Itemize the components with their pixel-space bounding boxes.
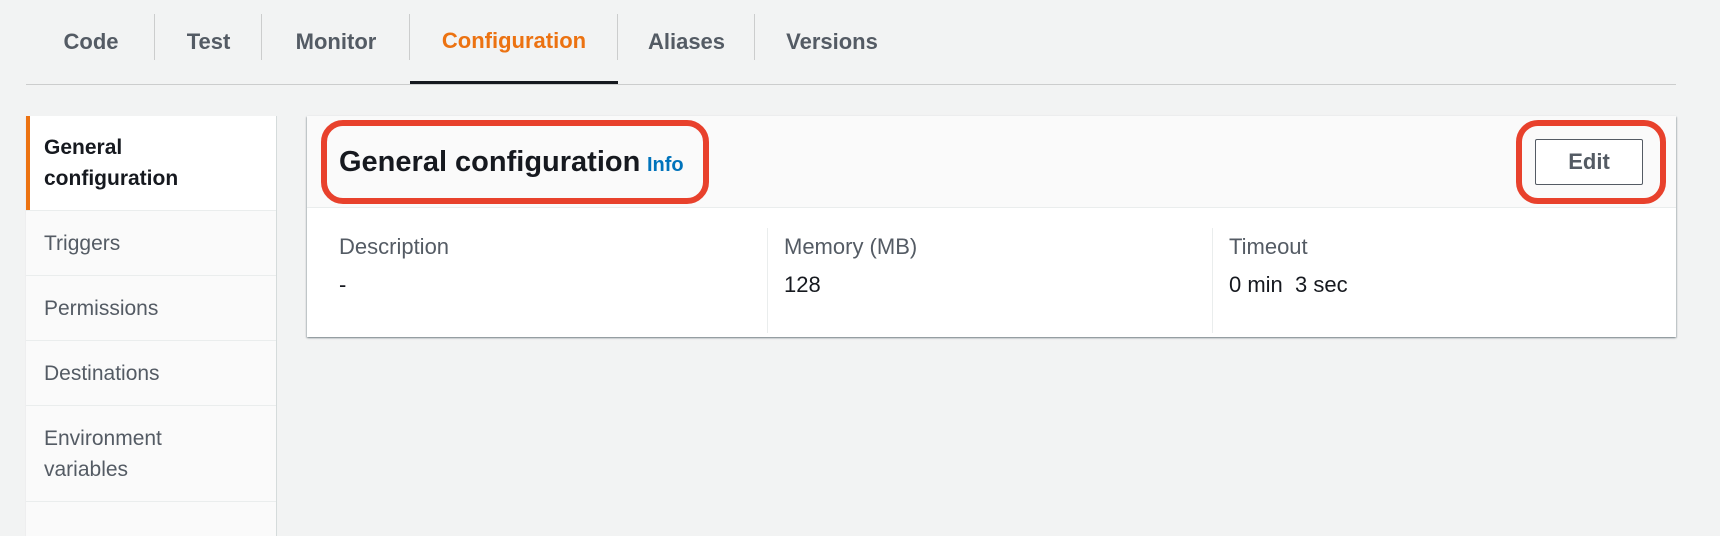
sidebar-item-label: General configuration bbox=[44, 132, 178, 194]
sidebar-item-label: Environment variables bbox=[44, 423, 162, 485]
sidebar-item-label: Triggers bbox=[44, 231, 121, 255]
timeout-field: Timeout 0 min 3 sec bbox=[1212, 228, 1657, 333]
panel-header: General configuration Info Edit bbox=[307, 116, 1676, 208]
tab-code-label: Code bbox=[63, 29, 119, 54]
description-label: Description bbox=[339, 234, 450, 259]
sidebar-item-triggers[interactable]: Triggers bbox=[26, 211, 276, 276]
memory-label: Memory (MB) bbox=[784, 234, 918, 259]
tab-configuration-label: Configuration bbox=[441, 27, 587, 53]
timeout-label: Timeout bbox=[1229, 234, 1308, 259]
sidebar-item-label-line: Environment bbox=[44, 426, 162, 450]
side-navigation: General configuration Triggers Permissio… bbox=[26, 116, 276, 536]
tab-configuration[interactable]: Configuration bbox=[410, 0, 618, 84]
tab-monitor[interactable]: Monitor bbox=[262, 0, 410, 84]
memory-value: 128 bbox=[784, 272, 821, 297]
sidebar-item-label-line: General bbox=[44, 136, 123, 159]
tab-bar: Code Test Monitor Configuration Aliases … bbox=[26, 0, 1676, 85]
description-field: Description - bbox=[339, 228, 769, 333]
sidebar-item-destinations[interactable]: Destinations bbox=[26, 341, 276, 406]
sidebar-item-label: Permissions bbox=[44, 296, 159, 320]
sidebar-item-environment-variables[interactable]: Environment variables bbox=[26, 406, 276, 502]
memory-field: Memory (MB) 128 bbox=[767, 228, 1212, 333]
sidebar-item-label-line: variables bbox=[44, 457, 129, 481]
tab-test[interactable]: Test bbox=[155, 0, 262, 84]
timeout-value: 0 min 3 sec bbox=[1229, 272, 1348, 297]
sidebar-item-label-line: configuration bbox=[44, 167, 179, 190]
tab-aliases-label: Aliases bbox=[647, 29, 726, 54]
info-link[interactable]: Info bbox=[647, 154, 684, 177]
tab-monitor-label: Monitor bbox=[295, 29, 377, 54]
panel-title: General configuration bbox=[339, 146, 641, 178]
sidebar-item-label: Destinations bbox=[44, 361, 160, 385]
tab-aliases[interactable]: Aliases bbox=[618, 0, 755, 84]
edit-button[interactable]: Edit bbox=[1535, 139, 1643, 185]
general-configuration-panel: General configuration Info Edit Descript… bbox=[307, 116, 1676, 337]
tab-test-label: Test bbox=[186, 29, 231, 54]
tab-code[interactable]: Code bbox=[26, 0, 155, 84]
sidebar-item-permissions[interactable]: Permissions bbox=[26, 276, 276, 341]
sidebar-item-general-configuration[interactable]: General configuration bbox=[26, 116, 276, 211]
panel-body: Description - Memory (MB) 128 Timeout 0 … bbox=[307, 208, 1676, 337]
tab-versions-label: Versions bbox=[786, 29, 878, 54]
description-value: - bbox=[339, 272, 347, 297]
tab-versions[interactable]: Versions bbox=[755, 0, 909, 84]
